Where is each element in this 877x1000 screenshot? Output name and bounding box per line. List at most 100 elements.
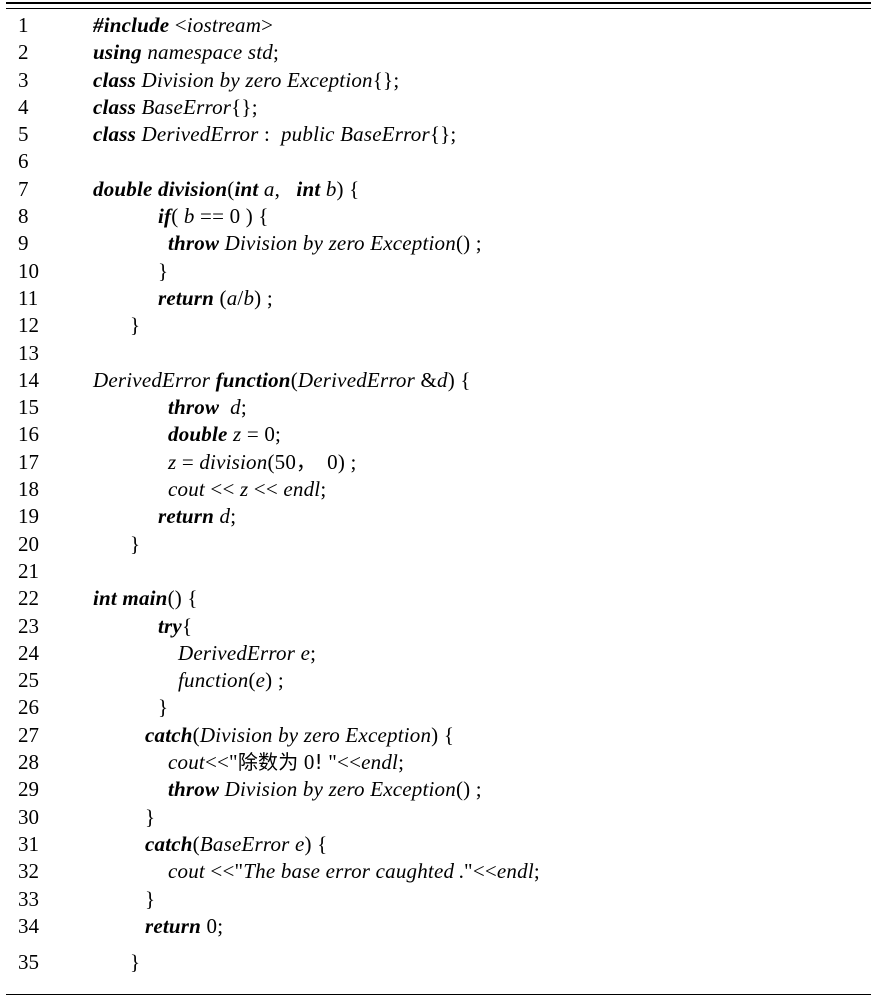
code-line: 7 double division(int a, int b) { — [0, 176, 877, 203]
line-number: 21 — [18, 558, 39, 583]
line-number: 13 — [18, 340, 39, 365]
line-number: 30 — [18, 804, 39, 829]
line-number: 27 — [18, 722, 39, 747]
line-number: 8 — [18, 204, 29, 229]
top-rule-thin — [6, 8, 871, 9]
code-line-content: class DerivedError : public BaseError{}; — [93, 122, 457, 147]
code-line-content: double division(int a, int b) { — [93, 176, 360, 201]
code-line-content: return 0; — [145, 913, 224, 938]
line-number: 14 — [18, 367, 39, 392]
line-number: 18 — [18, 477, 39, 502]
top-rule-thick — [6, 2, 871, 4]
code-line-content: z = division(50， 0) ; — [168, 449, 357, 474]
code-line: 35 } — [0, 949, 877, 976]
code-line: 31 catch(BaseError e) { — [0, 831, 877, 858]
code-line: 32 cout <<"The base error caughted ."<<e… — [0, 858, 877, 885]
code-line: 4 class BaseError{}; — [0, 94, 877, 121]
code-line: 12 } — [0, 312, 877, 339]
code-line: 26 } — [0, 694, 877, 721]
code-line: 11 return (a/b) ; — [0, 285, 877, 312]
line-number: 23 — [18, 613, 39, 638]
code-line-content: class BaseError{}; — [93, 94, 258, 119]
code-line-content: try{ — [158, 613, 193, 638]
code-line: 15 throw d; — [0, 394, 877, 421]
line-number: 22 — [18, 586, 39, 611]
code-line-content: return (a/b) ; — [158, 285, 273, 310]
line-number: 31 — [18, 831, 39, 856]
code-line-content: if( b == 0 ) { — [158, 204, 269, 229]
code-line-content: double z = 0; — [168, 422, 282, 447]
code-line-content: DerivedError function(DerivedError &d) { — [93, 367, 471, 392]
code-line-content: DerivedError e; — [178, 640, 317, 665]
line-number: 29 — [18, 777, 39, 802]
line-number: 17 — [18, 449, 39, 474]
line-number: 2 — [18, 40, 29, 65]
line-number: 34 — [18, 913, 39, 938]
line-number: 16 — [18, 422, 39, 447]
code-line-content: catch(BaseError e) { — [145, 831, 328, 856]
code-line: 6 — [0, 148, 877, 175]
code-line-content: function(e) ; — [178, 668, 284, 693]
code-line: 23 try{ — [0, 613, 877, 640]
line-number: 9 — [18, 231, 29, 256]
code-line-content: cout<<"除数为 0! "<<endl; — [168, 750, 405, 775]
code-line: 33 } — [0, 886, 877, 913]
line-number: 1 — [18, 13, 29, 37]
code-line: 5 class DerivedError : public BaseError{… — [0, 121, 877, 148]
code-body: 1 #include <iostream> 2 using namespace … — [0, 12, 877, 976]
line-number: 6 — [18, 149, 29, 174]
line-number: 10 — [18, 258, 39, 283]
code-line: 28 cout<<"除数为 0! "<<endl; — [0, 749, 877, 776]
code-line-content: } — [130, 531, 141, 556]
code-line: 16 double z = 0; — [0, 421, 877, 448]
code-line: 34 return 0; — [0, 913, 877, 940]
line-number: 33 — [18, 886, 39, 911]
line-number: 32 — [18, 859, 39, 884]
code-line-content: cout << z << endl; — [168, 477, 327, 502]
line-number: 12 — [18, 313, 39, 338]
code-line: 2 using namespace std; — [0, 39, 877, 66]
code-line-content: } — [130, 950, 141, 975]
code-line-content: #include <iostream> — [93, 13, 274, 37]
code-line-content: } — [145, 804, 156, 829]
line-number: 4 — [18, 94, 29, 119]
code-line: 17 z = division(50， 0) ; — [0, 449, 877, 476]
code-line: 24 DerivedError e; — [0, 640, 877, 667]
line-number: 7 — [18, 176, 29, 201]
line-number: 19 — [18, 504, 39, 529]
code-line-content: return d; — [158, 504, 237, 529]
line-number: 5 — [18, 122, 29, 147]
code-line-content: } — [130, 313, 141, 338]
code-line-content: throw d; — [168, 395, 247, 420]
line-number: 20 — [18, 531, 39, 556]
code-line-content: cout <<"The base error caughted ."<<endl… — [168, 859, 540, 884]
code-line: 3 class Division by zero Exception{}; — [0, 67, 877, 94]
code-listing-figure: 1 #include <iostream> 2 using namespace … — [0, 0, 877, 1000]
line-number: 15 — [18, 395, 39, 420]
code-line: 25 function(e) ; — [0, 667, 877, 694]
code-line: 14 DerivedError function(DerivedError &d… — [0, 367, 877, 394]
line-number: 25 — [18, 668, 39, 693]
code-line-content: catch(Division by zero Exception) { — [145, 722, 455, 747]
code-line: 27 catch(Division by zero Exception) { — [0, 722, 877, 749]
code-line-content: } — [158, 258, 169, 283]
code-line: 21 — [0, 558, 877, 585]
code-line: 19 return d; — [0, 503, 877, 530]
code-line-content: class Division by zero Exception{}; — [93, 67, 400, 92]
line-number: 11 — [18, 285, 39, 310]
line-number: 3 — [18, 67, 29, 92]
code-line: 8 if( b == 0 ) { — [0, 203, 877, 230]
code-line: 1 #include <iostream> — [0, 12, 877, 39]
code-line-content: } — [158, 695, 169, 720]
line-number: 28 — [18, 750, 39, 775]
code-line: 22 int main() { — [0, 585, 877, 612]
code-line-content: int main() { — [93, 586, 198, 611]
code-line: 9 throw Division by zero Exception() ; — [0, 230, 877, 257]
line-number: 35 — [18, 950, 39, 975]
code-line: 29 throw Division by zero Exception() ; — [0, 776, 877, 803]
code-line: 30 } — [0, 804, 877, 831]
code-line-content: } — [145, 886, 156, 911]
code-line-content: throw Division by zero Exception() ; — [168, 777, 482, 802]
code-line: 20 } — [0, 531, 877, 558]
code-line: 18 cout << z << endl; — [0, 476, 877, 503]
